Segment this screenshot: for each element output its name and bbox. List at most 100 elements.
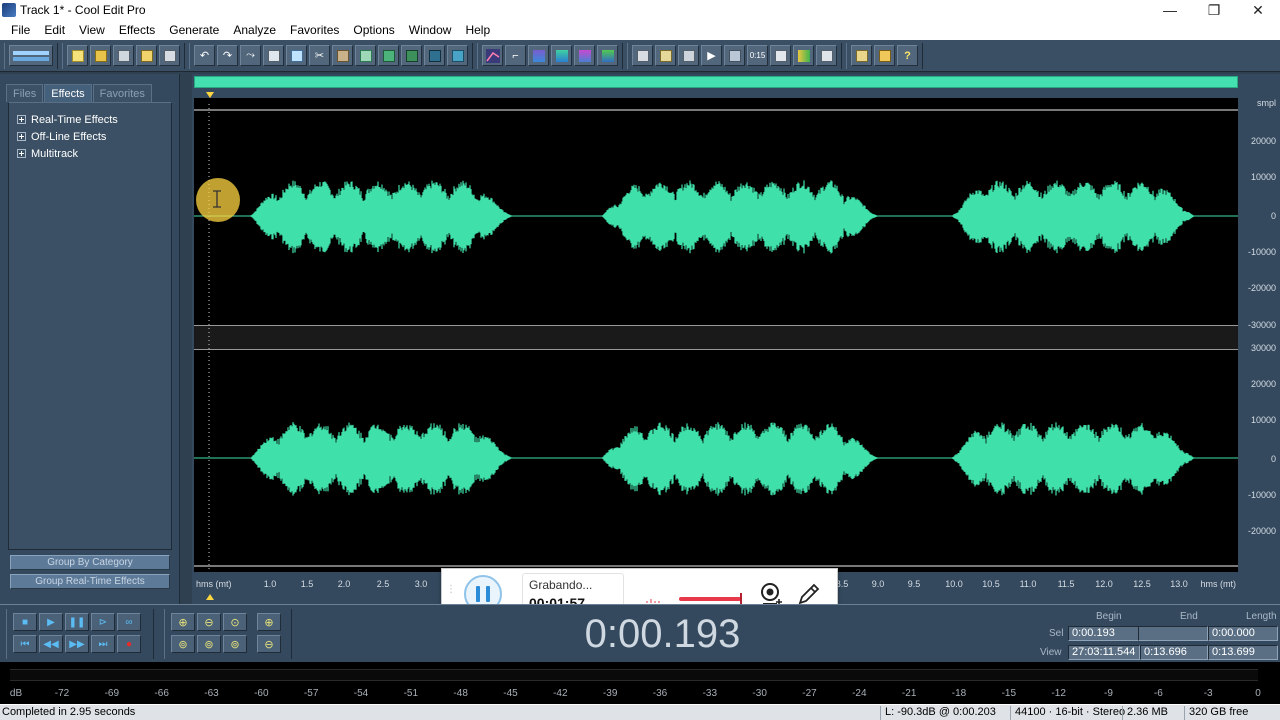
toolbar-group-help: ? (846, 42, 923, 69)
go-to-end-button[interactable]: ⏭ (91, 635, 115, 653)
copy-button[interactable] (263, 45, 284, 66)
time-tick-label: 3.0 (415, 579, 428, 589)
mixer-button[interactable] (816, 45, 837, 66)
waveform-display[interactable]: smpl 20000 10000 0 -10000 -20000 -30000 30000 20… (192, 74, 1280, 604)
toolbar-group-edit: ↶ ↷ ⤳ ✂ (189, 42, 473, 69)
zoom-in-horizontal-button[interactable]: ⊕ (171, 613, 195, 631)
time-format-button[interactable]: 0:15 (747, 45, 768, 66)
sel-label: Sel (1049, 628, 1064, 639)
snap-button[interactable]: ⌐ (505, 45, 526, 66)
expand-icon[interactable] (17, 132, 26, 141)
cut-button[interactable]: ✂ (309, 45, 330, 66)
audio-level-icon (646, 599, 660, 603)
rewind-button[interactable]: ◀◀ (39, 635, 63, 653)
menu-view[interactable]: View (72, 23, 112, 37)
view-begin-field[interactable]: 27:03:11.544 (1068, 645, 1140, 660)
group-realtime-effects-button[interactable]: Group Real-Time Effects (10, 574, 170, 589)
zoom-left-button[interactable]: ⊚ (171, 635, 195, 653)
view-end-field[interactable]: 0:13.696 (1140, 645, 1208, 660)
notes-button[interactable] (874, 45, 895, 66)
mix-paste-button[interactable] (378, 45, 399, 66)
zero-cross-button[interactable] (447, 45, 468, 66)
go-to-start-button[interactable]: ⏮ (13, 635, 37, 653)
sel-length-field[interactable]: 0:00.000 (1208, 626, 1278, 641)
waveform-view-button[interactable] (551, 45, 572, 66)
help-button[interactable]: ? (897, 45, 918, 66)
new-file-button[interactable] (67, 45, 88, 66)
folder-icon (94, 49, 107, 62)
cursor-marker-bottom-icon[interactable] (206, 594, 214, 600)
fast-forward-button[interactable]: ▶▶ (65, 635, 89, 653)
zoom-out-horizontal-button[interactable]: ⊖ (197, 613, 221, 631)
record-button[interactable]: ● (117, 635, 141, 653)
spectral-view-button[interactable] (528, 45, 549, 66)
menu-favorites[interactable]: Favorites (283, 23, 346, 37)
stop-button[interactable]: ■ (13, 613, 37, 631)
paste-button[interactable] (332, 45, 353, 66)
tree-item-realtime-effects[interactable]: Real-Time Effects (9, 111, 171, 128)
menu-effects[interactable]: Effects (112, 23, 162, 37)
menu-options[interactable]: Options (346, 23, 401, 37)
minimize-button[interactable]: — (1148, 0, 1192, 20)
maximize-button[interactable]: ❐ (1192, 0, 1236, 20)
menu-help[interactable]: Help (458, 23, 497, 37)
save-all-button[interactable] (136, 45, 157, 66)
view-length-field[interactable]: 0:13.699 (1208, 645, 1278, 660)
phase-view-button[interactable] (597, 45, 618, 66)
group-by-category-button[interactable]: Group By Category (10, 555, 170, 570)
tree-item-offline-effects[interactable]: Off-Line Effects (9, 128, 171, 145)
drag-handle-icon[interactable]: ⋮ (446, 585, 456, 595)
menu-edit[interactable]: Edit (37, 23, 72, 37)
status-bar: Completed in 2.95 seconds L: -90.3dB @ 0… (0, 704, 1280, 720)
volume-slider[interactable] (679, 593, 742, 605)
crop-button[interactable] (424, 45, 445, 66)
tab-favorites[interactable]: Favorites (92, 84, 152, 102)
frequency-analysis-button[interactable] (724, 45, 745, 66)
repeat-button[interactable]: ⤳ (240, 45, 261, 66)
open-file-button[interactable] (90, 45, 111, 66)
time-tick-label: 13.0 (1170, 579, 1188, 589)
play-to-end-button[interactable]: ⊳ (91, 613, 115, 631)
scripts-button[interactable] (851, 45, 872, 66)
copy-new-button[interactable] (286, 45, 307, 66)
pause-button[interactable]: ❚❚ (65, 613, 89, 631)
envelope-button[interactable] (482, 45, 503, 66)
redo-button[interactable]: ↷ (217, 45, 238, 66)
close-button[interactable]: ✕ (1236, 0, 1280, 20)
zoom-full-button[interactable]: ⊙ (223, 613, 247, 631)
tab-effects[interactable]: Effects (44, 84, 92, 102)
zoom-selection-button[interactable]: ⊚ (223, 635, 247, 653)
trim-button[interactable] (401, 45, 422, 66)
multitrack-toggle-button[interactable] (9, 45, 53, 66)
mix-paste-icon (382, 49, 395, 62)
close-file-button[interactable] (159, 45, 180, 66)
batch-button[interactable] (793, 45, 814, 66)
sel-begin-field[interactable]: 0:00.193 (1068, 626, 1148, 641)
save-button[interactable] (113, 45, 134, 66)
overview-bar[interactable] (194, 76, 1238, 88)
play-list-arrow-button[interactable]: ▶ (701, 45, 722, 66)
zoom-in-vertical-button[interactable]: ⊕ (257, 613, 281, 631)
tab-files[interactable]: Files (6, 84, 44, 102)
undo-button[interactable]: ↶ (194, 45, 215, 66)
sel-end-field[interactable] (1138, 626, 1208, 641)
zoom-right-button[interactable]: ⊚ (197, 635, 221, 653)
menu-file[interactable]: File (4, 23, 37, 37)
spectral-pan-button[interactable] (574, 45, 595, 66)
zoom-out-vertical-button[interactable]: ⊖ (257, 635, 281, 653)
time-window-button[interactable] (632, 45, 653, 66)
play-button[interactable]: ▶ (39, 613, 63, 631)
expand-icon[interactable] (17, 149, 26, 158)
menu-window[interactable]: Window (402, 23, 459, 37)
menu-generate[interactable]: Generate (162, 23, 226, 37)
paste-new-button[interactable] (355, 45, 376, 66)
sample-unit-label: smpl (1257, 98, 1276, 108)
tree-item-multitrack[interactable]: Multitrack (9, 145, 171, 162)
loop-button[interactable]: ∞ (117, 613, 141, 631)
playlist-button[interactable] (678, 45, 699, 66)
waveform-canvas[interactable]: smpl 20000 10000 0 -10000 -20000 -30000 30000 20… (194, 98, 1280, 598)
expand-icon[interactable] (17, 115, 26, 124)
menu-analyze[interactable]: Analyze (226, 23, 283, 37)
statistics-button[interactable] (770, 45, 791, 66)
cue-list-button[interactable] (655, 45, 676, 66)
